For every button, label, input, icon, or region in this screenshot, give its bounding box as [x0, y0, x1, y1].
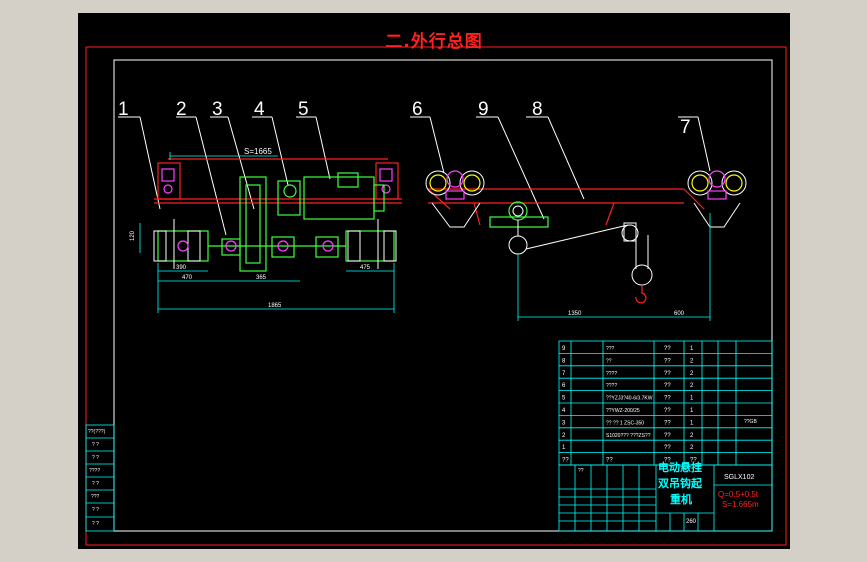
dim-365: 365: [256, 275, 267, 281]
param-s: S=1.665m: [722, 500, 759, 509]
stamp-cell-0: ??(???): [88, 429, 106, 435]
table-cell-qty: ??: [664, 433, 671, 439]
callout-3: 3: [212, 99, 223, 120]
drawing-sheet: 二.外行总图 S=1665 120 390 470 365 475 1865 1…: [78, 13, 790, 549]
left-stamp: ??(???) ? ? ? ? ???? ? ? ??? ? ? ? ?: [85, 424, 115, 532]
product-name-line1: 电动悬挂: [658, 460, 702, 474]
table-cell-qty: ??: [664, 445, 671, 451]
table-cell-name: ????: [606, 371, 617, 377]
dim-1350: 1350: [568, 311, 582, 317]
dim-390: 390: [176, 265, 187, 271]
dim-470: 470: [182, 275, 193, 281]
table-cell-count: 2: [690, 433, 694, 439]
table-cell-no: 8: [562, 358, 566, 364]
table-cell-name: S1020??? ???ZS??: [606, 433, 651, 439]
table-side-note: ??GB: [744, 419, 757, 425]
table-cell-count: 2: [690, 445, 694, 451]
side-view: S=1665 120 390 470 365 475 1865: [118, 116, 402, 313]
callout-4: 4: [254, 99, 265, 120]
dim-1865: 1865: [268, 303, 282, 309]
table-cell-qty: ??: [664, 408, 671, 414]
dim-475: 475: [360, 265, 371, 271]
product-name-line2: 双吊钩起: [658, 476, 703, 490]
callout-8: 8: [532, 99, 543, 120]
table-cell-name: ??YWZ-200/25: [606, 408, 640, 414]
stamp-cell-6: ? ?: [92, 507, 99, 513]
stamp-cell-1: ? ?: [92, 442, 99, 448]
table-cell-count: 2: [690, 358, 694, 364]
table-cell-count: 2: [690, 383, 694, 389]
callout-2: 2: [176, 99, 187, 120]
table-cell-no: 4: [562, 408, 566, 414]
table-cell-count: 1: [690, 396, 694, 402]
drawing-code: SGLX102: [724, 474, 754, 481]
product-name-line3: 重机: [670, 492, 692, 506]
table-cell-no: 1: [562, 445, 566, 451]
table-cell-qty: ??: [664, 358, 671, 364]
table-cell-no: 2: [562, 433, 566, 439]
table-cell-name: ???: [606, 346, 615, 352]
table-cell-name: ?? ?? 1 ZSC-350: [606, 420, 644, 426]
table-cell-count: 1: [690, 420, 694, 426]
table-cell-qty: ??: [664, 371, 671, 377]
table-cell-count: 1: [690, 346, 694, 352]
table-cell-qty: ??: [664, 396, 671, 402]
callout-7: 7: [680, 117, 691, 138]
table-cell-no: 7: [562, 371, 566, 377]
table-cell-no: 6: [562, 383, 566, 389]
table-header-cell: ??: [606, 458, 613, 464]
stamp-cell-3: ????: [89, 468, 100, 474]
callout-9: 9: [478, 99, 489, 120]
table-cell-no: 3: [562, 420, 566, 426]
table-cell-qty: ??: [664, 420, 671, 426]
scale-note: 260: [686, 519, 697, 525]
stamp-cell-7: ? ?: [92, 521, 99, 527]
table-cell-name: ??YZJ3?40-6/3.7KW: [606, 396, 653, 402]
stamp-cell-4: ? ?: [92, 481, 99, 487]
title-cell-marked: ??: [578, 468, 584, 474]
callout-5: 5: [298, 99, 309, 120]
table-cell-no: 5: [562, 396, 566, 402]
dim-span-label: S=1665: [244, 147, 272, 156]
parts-table: 9????? 1 8???? 2 7?????? 2 6?????? 2 5 ??YZJ3?40-…: [558, 340, 773, 466]
front-view: 1350 600: [410, 116, 747, 321]
stamp-cell-5: ???: [91, 494, 100, 500]
dim-120: 120: [130, 230, 136, 241]
table-cell-qty: ??: [664, 383, 671, 389]
callout-6: 6: [412, 99, 423, 120]
table-cell-count: 1: [690, 408, 694, 414]
table-cell-no: 9: [562, 346, 566, 352]
callout-1: 1: [118, 99, 129, 120]
table-cell-name: ????: [606, 383, 617, 389]
param-q: Q=0.5+0.5t: [718, 490, 759, 499]
drawing-canvas: S=1665 120 390 470 365 475 1865 1350 600…: [85, 46, 787, 546]
table-header-cell: ??: [562, 458, 569, 464]
table-cell-qty: ??: [664, 346, 671, 352]
stamp-cell-2: ? ?: [92, 455, 99, 461]
table-cell-name: ??: [606, 358, 612, 364]
table-cell-count: 2: [690, 371, 694, 377]
title-block: 电动悬挂 双吊钩起 重机 SGLX102 Q=0.5+0.5t S=1.665m…: [558, 460, 773, 532]
dim-600: 600: [674, 311, 685, 317]
